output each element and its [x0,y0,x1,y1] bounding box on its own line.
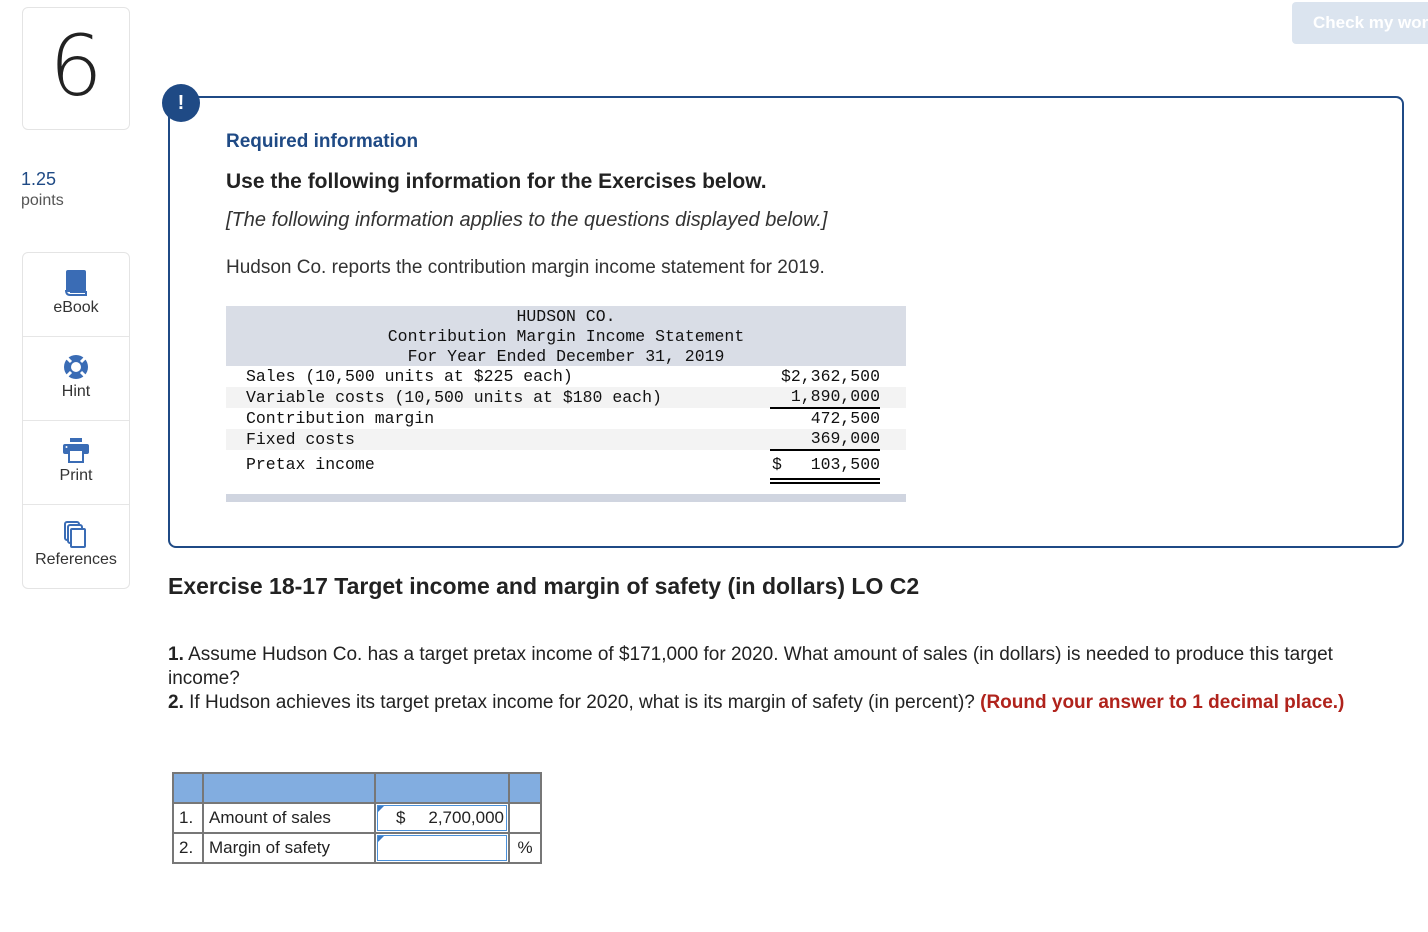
check-my-work-button[interactable]: Check my work [1292,2,1428,44]
income-statement: HUDSON CO. Contribution Margin Income St… [226,306,906,502]
q1-text: Assume Hudson Co. has a target pretax in… [168,644,1333,689]
lifebuoy-icon [63,353,89,381]
answer-row: 2. Margin of safety % [172,832,542,864]
q2-text: If Hudson achieves its target pretax inc… [183,692,981,713]
references-button[interactable]: References [23,505,129,589]
total-amount: 103,500 [810,455,880,474]
row-label: Contribution margin [246,409,435,428]
row-label: Fixed costs [246,430,355,449]
intro-text: Hudson Co. reports the contribution marg… [226,257,825,278]
applies-note: [The following information applies to th… [226,209,828,231]
row-amount: $2,362,500 [780,367,880,386]
input-flag-icon [378,806,384,812]
statement-row: Contribution margin 472,500 [226,408,906,429]
answer-table-header [172,772,542,804]
statement-row: Variable costs (10,500 units at $180 eac… [226,387,906,409]
row-label: Sales (10,500 units at $225 each) [246,367,573,386]
rounding-instruction: (Round your answer to 1 decimal place.) [980,692,1345,713]
exercise-title: Exercise 18-17 Target income and margin … [168,573,920,599]
instructions-heading: Use the following information for the Ex… [226,170,767,193]
ebook-button[interactable]: eBook [23,253,129,337]
points-value: 1.25 [21,169,57,189]
required-information-title: Required information [226,131,419,152]
statement-row: Sales (10,500 units at $225 each) $2,362… [226,366,906,387]
question-text: 1. Assume Hudson Co. has a target pretax… [168,643,1408,715]
statement-period: For Year Ended December 31, 2019 [407,347,725,366]
total-label: Pretax income [246,455,375,474]
statement-row: Fixed costs 369,000 [226,429,906,451]
answer-row-unit: % [508,832,542,864]
points-display: 1.25 points [21,168,64,212]
statement-company: HUDSON CO. [516,307,616,326]
print-button[interactable]: Print [23,421,129,505]
points-label: points [21,192,64,209]
answer-row-label: Margin of safety [202,832,376,864]
amount-of-sales-input[interactable]: $ 2,700,000 [377,805,507,831]
answer-row-number: 1. [172,802,204,834]
hint-button[interactable]: Hint [23,337,129,421]
tools-panel: eBook Hint Print References [22,252,130,589]
q2-number: 2. [168,692,184,713]
printer-icon [62,437,90,465]
double-underline [770,478,880,484]
total-currency: $ [772,455,782,474]
row-amount: 369,000 [770,429,880,451]
input-flag-icon [378,836,384,842]
references-label: References [35,551,117,568]
input-currency: $ [396,808,406,827]
ebook-label: eBook [53,299,99,316]
alert-icon: ! [162,84,200,122]
question-number-box: 6 [22,7,130,130]
answer-row: 1. Amount of sales $ 2,700,000 [172,802,542,834]
print-label: Print [59,467,93,484]
answer-row-number: 2. [172,832,204,864]
margin-of-safety-input[interactable] [377,835,507,861]
answer-table: 1. Amount of sales $ 2,700,000 2. Margin… [172,772,542,864]
question-number: 6 [49,16,103,115]
hint-label: Hint [61,383,91,400]
row-amount: 1,890,000 [770,387,880,409]
statement-footer-bar [226,494,906,502]
statement-header: HUDSON CO. Contribution Margin Income St… [226,306,906,366]
answer-row-label: Amount of sales [202,802,376,834]
statement-total-row: Pretax income $ 103,500 [226,450,906,480]
references-icon [63,521,89,549]
input-value: 2,700,000 [428,808,504,827]
row-amount: 472,500 [810,409,880,428]
answer-row-unit [508,802,542,834]
q1-number: 1. [168,644,184,665]
statement-title: Contribution Margin Income Statement [387,327,745,346]
row-label: Variable costs (10,500 units at $180 eac… [246,388,662,407]
book-icon [64,269,88,297]
